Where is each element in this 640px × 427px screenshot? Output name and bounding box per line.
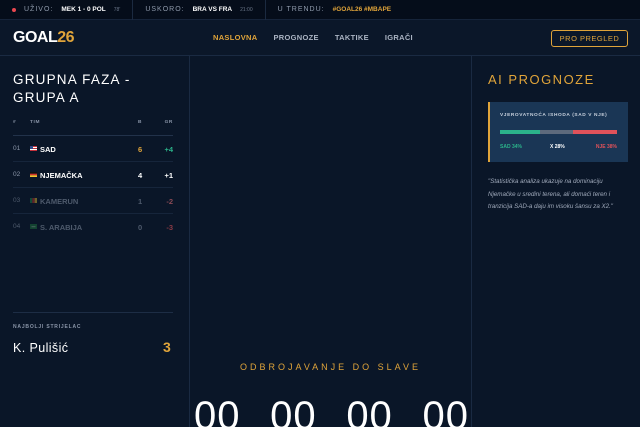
standings-panel: GRUPNA FAZA - GRUPA A # TIM B GR 01 SAD … — [0, 56, 190, 427]
usa-flag-icon — [30, 146, 37, 151]
group-title: GRUPNA FAZA - GRUPA A — [13, 72, 131, 105]
countdown-minutes: 00 — [346, 394, 393, 427]
row-position: 04 — [13, 223, 21, 230]
ai-predictions-panel: AI PROGNOZE VJEROVATNOĆA ISHODA (SAD V N… — [471, 56, 640, 427]
probability-away-label: NJE 38% — [595, 144, 617, 150]
logo[interactable]: GOAL26 — [13, 29, 75, 47]
ticker-live-label: UŽIVO: — [24, 6, 54, 13]
ticker-soon-label: USKORO: — [145, 6, 185, 13]
row-points: 1 — [138, 197, 143, 206]
ticker-soon-match: BRA VS FRA — [192, 6, 233, 13]
germany-flag-icon — [30, 172, 37, 177]
standings-header: # TIM B GR — [13, 120, 173, 130]
logo-accent: 26 — [57, 29, 75, 46]
ticker-live[interactable]: UŽIVO: MEK 1 - 0 POL 78' — [0, 0, 134, 20]
ticker-trending[interactable]: U TRENDU: #GOAL26 #MBAPE — [266, 0, 404, 20]
live-dot-icon — [12, 7, 16, 12]
row-position: 02 — [13, 171, 21, 178]
ticker-trend-label: U TRENDU: — [277, 6, 325, 13]
probability-draw-label: X 28% — [550, 144, 565, 150]
logo-main: GOAL — [13, 29, 58, 46]
countdown-hours: 00 — [270, 394, 317, 427]
header-goal-diff: GR — [164, 120, 173, 125]
row-points: 0 — [138, 223, 143, 232]
probability-bar — [500, 130, 617, 134]
row-team: SAD — [40, 145, 56, 154]
table-row[interactable]: 04 S. ARABIJA 0 -3 — [13, 213, 173, 239]
row-team: KAMERUN — [40, 197, 79, 206]
row-points: 4 — [138, 171, 143, 180]
navbar: GOAL26 NASLOVNA PROGNOZE TAKTIKE IGRAČI … — [0, 20, 640, 56]
nav-item-taktike[interactable]: TAKTIKE — [335, 33, 369, 42]
row-position: 01 — [13, 145, 21, 152]
row-goal-diff: +1 — [164, 171, 173, 180]
nav-item-igraci[interactable]: IGRAČI — [385, 33, 413, 42]
table-row[interactable]: 01 SAD 6 +4 — [13, 135, 173, 161]
nav-item-prognoze[interactable]: PROGNOZE — [274, 33, 319, 42]
saudi-arabia-flag-icon — [30, 224, 37, 229]
ticker-live-score: MEK 1 - 0 POL — [61, 6, 106, 13]
top-scorer-label: NAJBOLJI STRIJELAC — [13, 324, 82, 330]
scorer-divider — [13, 312, 173, 313]
probability-segment-away — [572, 130, 617, 134]
probability-segment-home — [500, 130, 540, 134]
probability-card: VJEROVATNOĆA ISHODA (SAD V NJE) SAD 34% … — [488, 102, 628, 162]
row-team: NJEMAČKA — [40, 171, 83, 180]
countdown-days: 00 — [194, 394, 241, 427]
ticker-live-minute: 78' — [113, 6, 121, 13]
countdown-panel: ODBROJAVANJE DO SLAVE 00 00 00 00 — [190, 56, 471, 427]
ticker-upcoming[interactable]: USKORO: BRA VS FRA 21:00 — [133, 0, 266, 20]
main-menu: NASLOVNA PROGNOZE TAKTIKE IGRAČI — [213, 33, 413, 42]
header-points: B — [138, 120, 143, 125]
cameroon-flag-icon — [30, 198, 37, 203]
row-position: 03 — [13, 197, 21, 204]
header-team: TIM — [30, 120, 41, 125]
ticker-trend-tags: #GOAL26 #MBAPE — [332, 6, 392, 13]
pro-overview-button[interactable]: PRO PREGLED — [551, 30, 628, 47]
ai-title: AI PROGNOZE — [488, 72, 595, 87]
table-row[interactable]: 02 NJEMAČKA 4 +1 — [13, 161, 173, 187]
row-points: 6 — [138, 145, 143, 154]
countdown-seconds: 00 — [422, 394, 469, 427]
probability-home-label: SAD 34% — [500, 144, 522, 150]
probability-legend: SAD 34% X 28% NJE 38% — [500, 144, 617, 152]
header-pos: # — [13, 120, 17, 125]
row-team: S. ARABIJA — [40, 223, 83, 232]
table-row[interactable]: 03 KAMERUN 1 -2 — [13, 187, 173, 213]
top-scorer-goals: 3 — [163, 339, 171, 355]
ai-analysis-text: "Statistička analiza ukazuje na dominaci… — [488, 178, 613, 210]
live-ticker: UŽIVO: MEK 1 - 0 POL 78' USKORO: BRA VS … — [0, 0, 640, 20]
countdown-label: ODBROJAVANJE DO SLAVE — [239, 362, 422, 372]
row-goal-diff: -2 — [166, 197, 173, 206]
probability-segment-draw — [539, 130, 573, 134]
top-scorer-name[interactable]: K. Pulišić — [13, 341, 68, 355]
row-goal-diff: +4 — [164, 145, 173, 154]
ticker-soon-time: 21:00 — [240, 6, 253, 13]
probability-card-title: VJEROVATNOĆA ISHODA (SAD V NJE) — [500, 113, 608, 118]
row-goal-diff: -3 — [166, 223, 173, 232]
countdown-digits: 00 00 00 00 — [194, 396, 469, 427]
nav-item-naslovna[interactable]: NASLOVNA — [213, 33, 258, 42]
